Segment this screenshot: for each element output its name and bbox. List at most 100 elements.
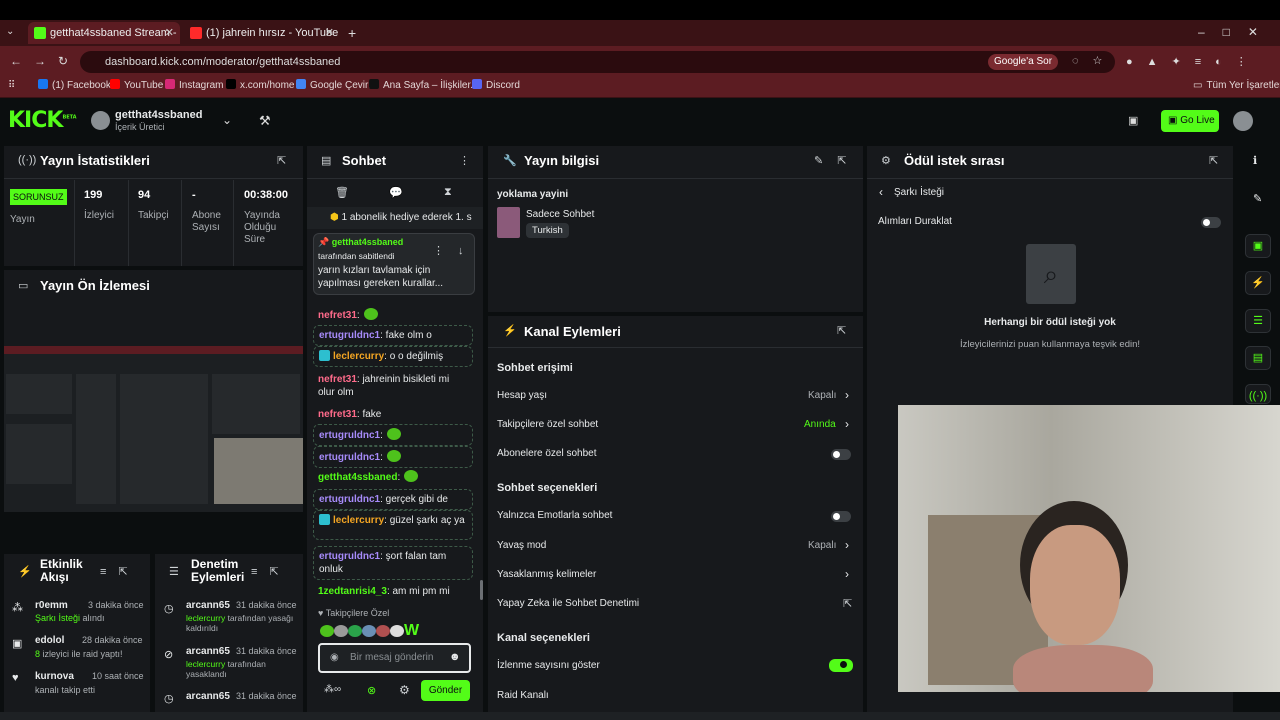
chat-message[interactable]: getthat4ssbaned: xyxy=(313,467,473,487)
chat-scrollbar[interactable] xyxy=(480,580,483,600)
channel-avatar[interactable] xyxy=(91,111,110,130)
chat-message[interactable]: 1zedtanrisi4_3: am mi pm mi xyxy=(313,582,473,601)
chat-message[interactable]: nefret31: fake xyxy=(313,405,473,424)
chat-username[interactable]: ertugruldnc1 xyxy=(319,330,380,341)
youtube-icon xyxy=(110,79,120,89)
chat-username[interactable]: nefret31 xyxy=(318,409,357,420)
back-chevron-icon[interactable]: ‹ xyxy=(879,185,883,199)
send-button[interactable]: Gönder xyxy=(421,680,470,701)
tab-youtube[interactable]: (1) jahrein hırsız - YouTube ✕ xyxy=(184,22,340,44)
bookmark-facebook[interactable]: (1) Facebook xyxy=(38,79,111,93)
popout-icon[interactable]: ⇱ xyxy=(277,154,286,167)
chat-username[interactable]: leclercurry xyxy=(333,515,384,526)
tab-kick[interactable]: getthat4ssbaned Stream - Kick ✕ xyxy=(28,22,180,44)
emote-only-label: Yalnızca Emotlarla sohbet xyxy=(497,510,613,521)
chevron-right-icon[interactable]: › xyxy=(845,417,849,431)
popout-icon[interactable]: ⇱ xyxy=(837,324,846,337)
chat-username[interactable]: getthat4ssbaned xyxy=(318,472,397,483)
emote-bar[interactable]: W xyxy=(320,622,470,640)
google-ask-button[interactable]: Google'a Sor xyxy=(988,54,1059,70)
chat-username[interactable]: ertugruldnc1 xyxy=(319,551,380,562)
emoji-icon[interactable]: ☻ xyxy=(449,651,461,663)
stream-icon[interactable]: ▣ xyxy=(1128,114,1138,127)
stream-preview-video[interactable] xyxy=(4,346,303,512)
chat-input-icon: ◉ xyxy=(330,652,339,663)
bookmark-google-translate[interactable]: Google Çeviri xyxy=(296,79,371,93)
chat-username[interactable]: ertugruldnc1 xyxy=(319,430,380,441)
bookmark-x[interactable]: x.com/home xyxy=(226,79,294,93)
apps-grid-icon[interactable]: ⠿ xyxy=(8,79,15,93)
trash-icon[interactable]: 🗑 xyxy=(335,186,349,199)
address-bar-icons[interactable]: ◌☆ xyxy=(1072,54,1116,67)
sidebar-lightning-icon[interactable]: ⚡ xyxy=(1245,271,1271,295)
chat-message[interactable]: ertugruldnc1: gerçek gibi de xyxy=(313,489,473,510)
chat-username[interactable]: leclercurry xyxy=(333,351,384,362)
chat-username[interactable]: nefret31 xyxy=(318,310,357,321)
sidebar-list-icon[interactable]: ☰ xyxy=(1245,309,1271,333)
more-icon[interactable]: ⋮ xyxy=(459,154,470,167)
bookmark-home[interactable]: Ana Sayfa – İlişkiler... xyxy=(369,79,479,93)
status-badge: SORUNSUZ xyxy=(10,189,67,205)
chat-message[interactable]: leclercurry: o o değilmiş xyxy=(313,346,473,367)
pause-toggle[interactable] xyxy=(1201,217,1221,228)
kick-emote-icon[interactable]: ⊗ xyxy=(367,684,376,697)
gear-icon[interactable]: ⚙ xyxy=(399,683,410,697)
close-tab-icon[interactable]: ✕ xyxy=(165,22,174,44)
sidebar-stream-icon[interactable]: ▣ xyxy=(1245,234,1271,258)
show-viewers-toggle[interactable] xyxy=(829,659,853,672)
chevron-right-icon[interactable]: › xyxy=(845,567,849,581)
mod-time: 31 dakika önce xyxy=(236,691,297,701)
stream-info-controls[interactable]: ✎⇱ xyxy=(814,154,860,167)
bookmark-youtube[interactable]: YouTube xyxy=(110,79,163,93)
chat-username[interactable]: ertugruldnc1 xyxy=(319,494,380,505)
chat-message[interactable]: leclercurry: güzel şarkı aç ya xyxy=(313,510,473,540)
song-request-tab[interactable]: Şarkı İsteği xyxy=(894,187,944,198)
hourglass-icon[interactable]: ⧗ xyxy=(444,186,452,199)
go-live-button[interactable]: ▣ Go Live xyxy=(1161,110,1219,132)
chat-username[interactable]: nefret31 xyxy=(318,374,357,385)
close-tab-icon[interactable]: ✕ xyxy=(325,22,334,44)
popout-icon[interactable]: ⇱ xyxy=(1209,154,1218,167)
chat-message[interactable]: nefret31: jahreinin bisikleti mi olur ol… xyxy=(313,370,473,402)
chevron-right-icon[interactable]: › xyxy=(845,388,849,402)
extension-icons[interactable]: ●▲✦≡◐⋮ xyxy=(1126,55,1261,68)
kick-logo[interactable]: KICKBETA xyxy=(8,108,77,133)
edit-icon[interactable]: ✎ xyxy=(1253,192,1262,205)
chat-message[interactable]: ertugruldnc1: fake olm o xyxy=(313,325,473,346)
chat-message[interactable]: ertugruldnc1: şort falan tam onluk xyxy=(313,546,473,580)
subs-chat-toggle[interactable] xyxy=(831,449,851,460)
chevron-right-icon[interactable]: › xyxy=(845,538,849,552)
chat-username[interactable]: ertugruldnc1 xyxy=(319,452,380,463)
viewer-label: İzleyici xyxy=(84,210,115,221)
tab-list-icon[interactable]: ⌄ xyxy=(6,26,14,37)
activity-time: 10 saat önce xyxy=(92,671,144,681)
emote-only-toggle[interactable] xyxy=(831,511,851,522)
sidebar-signal-icon[interactable]: ((·)) xyxy=(1245,384,1271,404)
new-tab-icon[interactable]: + xyxy=(348,25,356,41)
chat-message[interactable]: nefret31: xyxy=(313,305,473,325)
chat-username[interactable]: 1zedtanrisi4_3 xyxy=(318,586,387,597)
pinned-actions[interactable]: ⋮↓ xyxy=(433,244,478,257)
chat-message[interactable]: ertugruldnc1: xyxy=(313,446,473,468)
chat-message[interactable]: ertugruldnc1: xyxy=(313,424,473,446)
all-bookmarks[interactable]: ▭ Tüm Yer İşaretleri xyxy=(1193,79,1280,93)
emote-icon xyxy=(404,470,419,482)
gift-icon: ⚙ xyxy=(881,155,891,167)
speech-icon[interactable]: 💬 xyxy=(389,186,403,199)
hammer-icon[interactable]: ⚒ xyxy=(259,113,271,129)
info-icon[interactable]: ℹ xyxy=(1253,154,1257,167)
moderation-controls[interactable]: ≡⇱ xyxy=(251,565,291,578)
window-controls[interactable]: –□✕ xyxy=(1198,25,1276,39)
chevron-down-icon[interactable]: ⌄ xyxy=(222,113,232,127)
external-link-icon[interactable]: ⇱ xyxy=(843,597,852,610)
nav-buttons[interactable]: ←→↻ xyxy=(10,54,80,68)
heart-icon: ♥ xyxy=(12,672,19,684)
user-avatar[interactable] xyxy=(1233,111,1253,131)
activity-controls[interactable]: ≡⇱ xyxy=(100,565,140,578)
bookmark-instagram[interactable]: Instagram xyxy=(165,79,223,93)
sidebar-chat-icon[interactable]: ▤ xyxy=(1245,346,1271,370)
bookmark-discord[interactable]: Discord xyxy=(472,79,520,93)
url-input[interactable]: dashboard.kick.com/moderator/getthat4ssb… xyxy=(80,51,1115,73)
activity-detail: 8 izleyici ile raid yaptı! xyxy=(35,649,123,659)
community-points-icon[interactable]: ⁂∞ xyxy=(324,684,341,695)
